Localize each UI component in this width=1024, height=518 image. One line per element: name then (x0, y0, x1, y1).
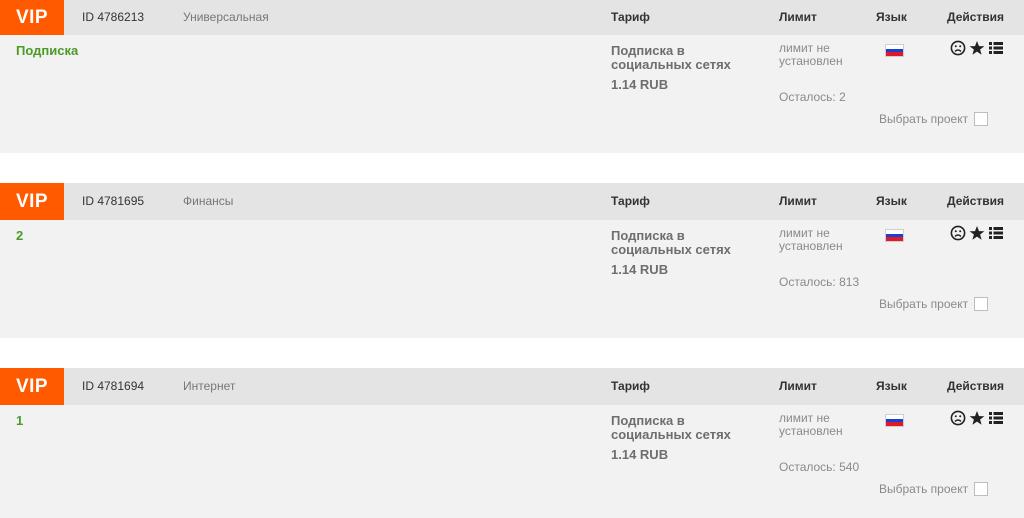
sad-face-icon[interactable] (950, 410, 966, 426)
star-icon[interactable] (969, 40, 985, 56)
project-category: Универсальная (183, 10, 269, 24)
card-header: VIP ID 4781695 Финансы Тариф Лимит Язык … (0, 183, 1024, 220)
choose-project[interactable]: Выбрать проект (879, 297, 989, 311)
remaining-count: Осталось: 540 (779, 460, 860, 474)
remaining-count: Осталось: 2 (779, 90, 846, 104)
list-icon[interactable] (988, 410, 1004, 426)
header-actions: Действия (947, 10, 1005, 24)
star-icon[interactable] (969, 410, 985, 426)
limit-text: лимит не установлен (779, 411, 843, 438)
project-title[interactable]: 2 (16, 228, 23, 243)
header-actions: Действия (947, 194, 1005, 208)
header-language: Язык (876, 10, 907, 24)
tariff-price: 1.14 RUB (611, 77, 669, 92)
card-header: VIP ID 4786213 Универсальная Тариф Лимит… (0, 0, 1024, 35)
choose-project-checkbox[interactable] (974, 482, 989, 496)
russia-flag-icon (885, 44, 904, 57)
header-limit: Лимит (779, 10, 817, 24)
choose-project[interactable]: Выбрать проект (879, 482, 989, 496)
tariff-name: Подписка в социальных сетях (611, 43, 731, 72)
list-icon[interactable] (988, 225, 1004, 241)
choose-project-label: Выбрать проект (879, 482, 969, 496)
russia-flag-icon (885, 229, 904, 242)
vip-badge: VIP (0, 368, 64, 405)
action-icons (950, 40, 1004, 56)
action-icons (950, 225, 1004, 241)
limit-text: лимит не установлен (779, 41, 843, 68)
project-card: VIP ID 4786213 Универсальная Тариф Лимит… (0, 0, 1024, 153)
project-category: Интернет (183, 379, 236, 393)
choose-project-label: Выбрать проект (879, 112, 969, 126)
header-limit: Лимит (779, 194, 817, 208)
header-language: Язык (876, 194, 907, 208)
tariff-name: Подписка в социальных сетях (611, 228, 731, 257)
project-id: ID 4781694 (82, 379, 145, 393)
star-icon[interactable] (969, 225, 985, 241)
header-tariff: Тариф (611, 379, 650, 393)
remaining-count: Осталось: 813 (779, 275, 860, 289)
action-icons (950, 410, 1004, 426)
limit-text: лимит не установлен (779, 226, 843, 253)
project-id: ID 4786213 (82, 10, 145, 24)
vip-badge: VIP (0, 0, 64, 35)
card-body: Подписка Подписка в социальных сетях 1.1… (0, 35, 1024, 153)
choose-project-checkbox[interactable] (974, 112, 989, 126)
vip-badge: VIP (0, 183, 64, 220)
list-icon[interactable] (988, 40, 1004, 56)
header-tariff: Тариф (611, 194, 650, 208)
header-language: Язык (876, 379, 907, 393)
project-title[interactable]: 1 (16, 413, 23, 428)
project-category: Финансы (183, 194, 234, 208)
header-tariff: Тариф (611, 10, 650, 24)
card-body: 1 Подписка в социальных сетях 1.14 RUB л… (0, 405, 1024, 518)
header-limit: Лимит (779, 379, 817, 393)
tariff-price: 1.14 RUB (611, 262, 669, 277)
card-body: 2 Подписка в социальных сетях 1.14 RUB л… (0, 220, 1024, 338)
card-header: VIP ID 4781694 Интернет Тариф Лимит Язык… (0, 368, 1024, 405)
project-card: VIP ID 4781694 Интернет Тариф Лимит Язык… (0, 368, 1024, 518)
project-card: VIP ID 4781695 Финансы Тариф Лимит Язык … (0, 183, 1024, 338)
tariff-price: 1.14 RUB (611, 447, 669, 462)
project-title[interactable]: Подписка (16, 43, 78, 58)
project-list: VIP ID 4786213 Универсальная Тариф Лимит… (0, 0, 1024, 518)
project-id: ID 4781695 (82, 194, 145, 208)
header-actions: Действия (947, 379, 1005, 393)
tariff-name: Подписка в социальных сетях (611, 413, 731, 442)
choose-project-checkbox[interactable] (974, 297, 989, 311)
russia-flag-icon (885, 414, 904, 427)
sad-face-icon[interactable] (950, 225, 966, 241)
choose-project-label: Выбрать проект (879, 297, 969, 311)
sad-face-icon[interactable] (950, 40, 966, 56)
choose-project[interactable]: Выбрать проект (879, 112, 989, 126)
